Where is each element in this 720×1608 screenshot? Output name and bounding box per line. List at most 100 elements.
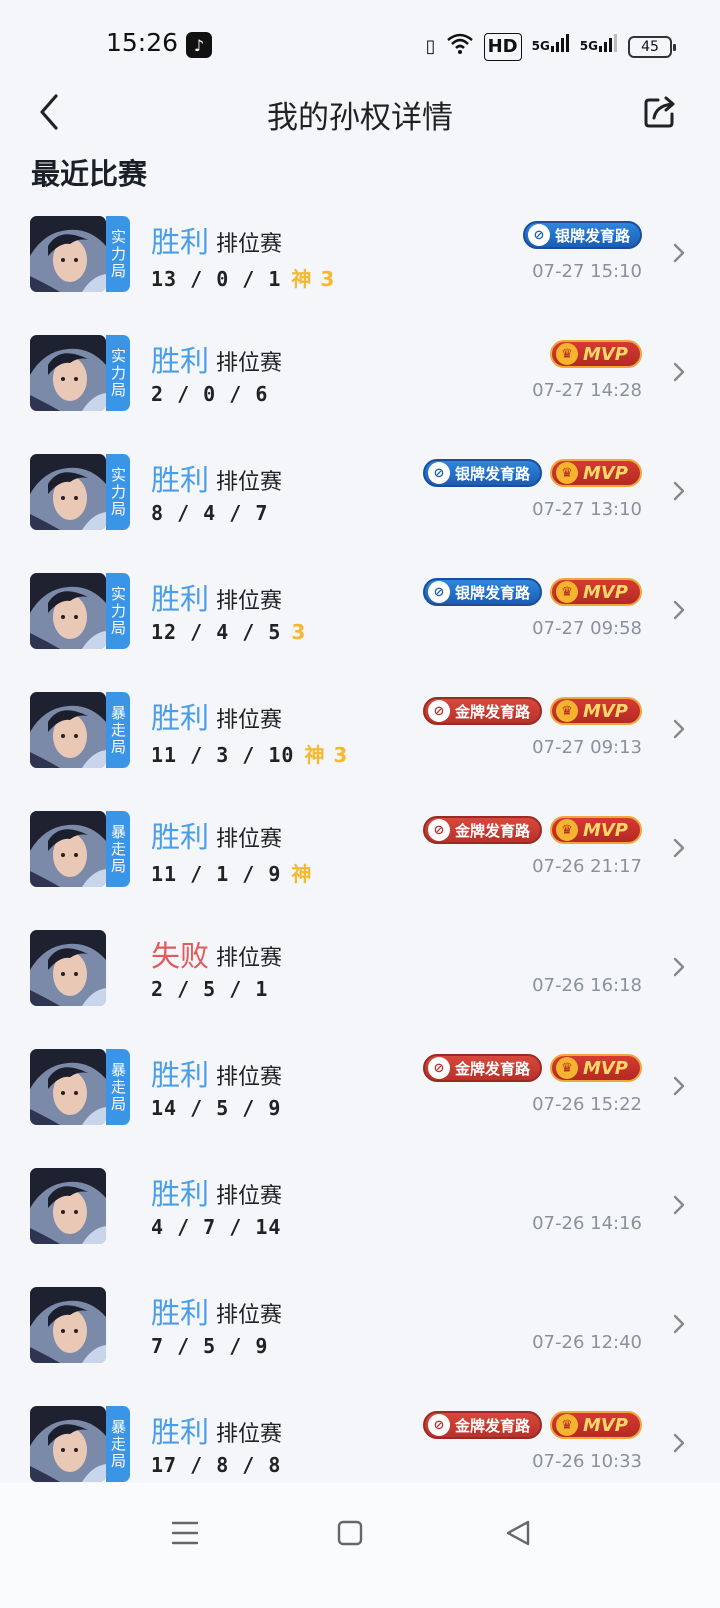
kda-value: 8 / 4 / 7: [151, 501, 269, 525]
badge-group: ♛ MVP: [549, 340, 642, 368]
home-icon: [337, 1520, 363, 1546]
mode-tag: 暴走局: [106, 692, 130, 768]
match-row[interactable]: 胜利 排位赛 4 / 7 / 14 07-26 14:16: [0, 1151, 720, 1270]
trophy-icon: ♛: [555, 462, 578, 484]
hero-avatar: [30, 811, 106, 887]
wifi-icon: [446, 32, 474, 62]
kda-value: 11 / 3 / 10: [151, 743, 295, 767]
hero-portrait-icon: [30, 216, 106, 292]
kda-stats: 4 / 7 / 14: [151, 1215, 281, 1239]
position-badge: ⊘ 银牌发育路: [422, 459, 542, 487]
hero-portrait-icon: [30, 454, 106, 530]
hero-avatar: [30, 1287, 106, 1363]
nav-back-button[interactable]: [498, 1513, 538, 1553]
signal-5g-icon-1: 5G: [532, 33, 570, 61]
match-result: 胜利: [151, 344, 210, 378]
kda-value: 4 / 7 / 14: [151, 1215, 282, 1239]
hero-avatar: [30, 573, 106, 649]
position-badge: ⊘ 银牌发育路: [422, 578, 542, 606]
match-row[interactable]: 暴走局 胜利 排位赛 11 / 3 / 10 神 3 ⊘ 金牌发育路 ♛ MVP 07-…: [0, 675, 720, 794]
back-triangle-icon: [506, 1520, 530, 1546]
badge-group: ⊘ 银牌发育路 ♛ MVP: [422, 459, 642, 487]
badge-label: 银牌发育路: [554, 226, 630, 245]
hero-avatar: [30, 1168, 106, 1244]
menu-button[interactable]: [165, 1513, 205, 1553]
medal-icon: ⊘: [427, 1057, 450, 1079]
kda-stats: 17 / 8 / 8: [151, 1453, 281, 1477]
match-time: 07-26 21:17: [532, 856, 642, 877]
mvp-badge: ♛ MVP: [549, 1411, 642, 1439]
chevron-right-icon: [673, 838, 685, 858]
home-button[interactable]: [330, 1513, 370, 1553]
match-time: 07-27 14:28: [532, 380, 642, 401]
position-badge: ⊘ 金牌发育路: [422, 1054, 542, 1082]
match-row[interactable]: 失败 排位赛 2 / 5 / 1 07-26 16:18: [0, 913, 720, 1032]
match-row[interactable]: 胜利 排位赛 7 / 5 / 9 07-26 12:40: [0, 1270, 720, 1389]
hero-avatar: [30, 930, 106, 1006]
signal-5g-icon-2: 5G: [580, 33, 618, 61]
position-badge: ⊘ 金牌发育路: [422, 816, 542, 844]
match-type: 排位赛: [216, 351, 283, 376]
badge-group: ⊘ 金牌发育路 ♛ MVP: [422, 816, 642, 844]
position-badge: ⊘ 银牌发育路: [522, 221, 642, 249]
badge-group: ⊘ 金牌发育路 ♛ MVP: [422, 697, 642, 725]
match-type: 排位赛: [216, 946, 283, 971]
page-title: 我的孙权详情: [267, 100, 453, 136]
badge-group: ⊘ 银牌发育路: [522, 221, 642, 249]
hero-portrait-icon: [30, 811, 106, 887]
match-result: 胜利: [151, 1415, 210, 1449]
badge-label: 金牌发育路: [454, 1059, 530, 1078]
mode-tag: 暴走局: [106, 811, 130, 887]
match-result: 失败: [151, 939, 210, 973]
medal-icon: ⊘: [427, 819, 450, 841]
feat-label: 神 3: [291, 267, 336, 291]
medal-icon: ⊘: [427, 581, 450, 603]
kda-stats: 14 / 5 / 9: [151, 1096, 281, 1120]
badge-label: MVP: [582, 1057, 628, 1079]
chevron-right-icon: [673, 719, 685, 739]
badge-label: MVP: [582, 343, 628, 365]
chevron-right-icon: [673, 243, 685, 263]
hero-portrait-icon: [30, 335, 106, 411]
match-row[interactable]: 实力局 胜利 排位赛 8 / 4 / 7 ⊘ 银牌发育路 ♛ MVP 07-27 13…: [0, 437, 720, 556]
navigation-bar: [0, 1483, 720, 1608]
trophy-icon: ♛: [555, 1057, 578, 1079]
match-type: 排位赛: [216, 827, 283, 852]
match-row[interactable]: 实力局 胜利 排位赛 12 / 4 / 5 3 ⊘ 银牌发育路 ♛ MVP 07-27 …: [0, 556, 720, 675]
hero-avatar: [30, 692, 106, 768]
trophy-icon: ♛: [555, 1414, 578, 1436]
net-label-1: 5G: [531, 39, 550, 53]
match-type: 排位赛: [216, 1184, 283, 1209]
medal-icon: ⊘: [427, 1414, 450, 1436]
hero-portrait-icon: [30, 1168, 106, 1244]
kda-stats: 2 / 0 / 6: [151, 382, 268, 406]
share-button[interactable]: [642, 94, 678, 130]
hd-voice-icon: HD: [483, 33, 522, 61]
badge-label: 银牌发育路: [454, 583, 530, 602]
match-result: 胜利: [151, 820, 210, 854]
mode-tag: 实力局: [106, 573, 130, 649]
kda-stats: 7 / 5 / 9: [151, 1334, 268, 1358]
match-row[interactable]: 实力局 胜利 排位赛 2 / 0 / 6 ♛ MVP 07-27 14:28: [0, 318, 720, 437]
section-title: 最近比赛: [31, 157, 148, 191]
match-row[interactable]: 暴走局 胜利 排位赛 11 / 1 / 9 神 ⊘ 金牌发育路 ♛ MVP 07-26 …: [0, 794, 720, 913]
match-time: 07-27 09:58: [532, 618, 642, 639]
chevron-right-icon: [673, 1195, 685, 1215]
battery-icon: 45: [628, 36, 676, 58]
kda-stats: 13 / 0 / 1 神 3: [151, 263, 335, 292]
kda-stats: 2 / 5 / 1: [151, 977, 268, 1001]
kda-value: 11 / 1 / 9: [151, 862, 282, 886]
hero-portrait-icon: [30, 930, 106, 1006]
trophy-icon: ♛: [555, 819, 578, 841]
chevron-right-icon: [673, 1433, 685, 1453]
match-row[interactable]: 暴走局 胜利 排位赛 14 / 5 / 9 ⊘ 金牌发育路 ♛ MVP 07-26 1…: [0, 1032, 720, 1151]
kda-stats: 12 / 4 / 5 3: [151, 620, 306, 644]
feat-label: 神: [291, 862, 313, 886]
match-row[interactable]: 实力局 胜利 排位赛 13 / 0 / 1 神 3 ⊘ 银牌发育路 07-27 15:1…: [0, 199, 720, 318]
match-result: 胜利: [151, 1177, 210, 1211]
badge-label: 金牌发育路: [454, 1416, 530, 1435]
trophy-icon: ♛: [555, 581, 578, 603]
medal-icon: ⊘: [527, 224, 550, 246]
mvp-badge: ♛ MVP: [549, 578, 642, 606]
menu-icon: [171, 1521, 199, 1545]
